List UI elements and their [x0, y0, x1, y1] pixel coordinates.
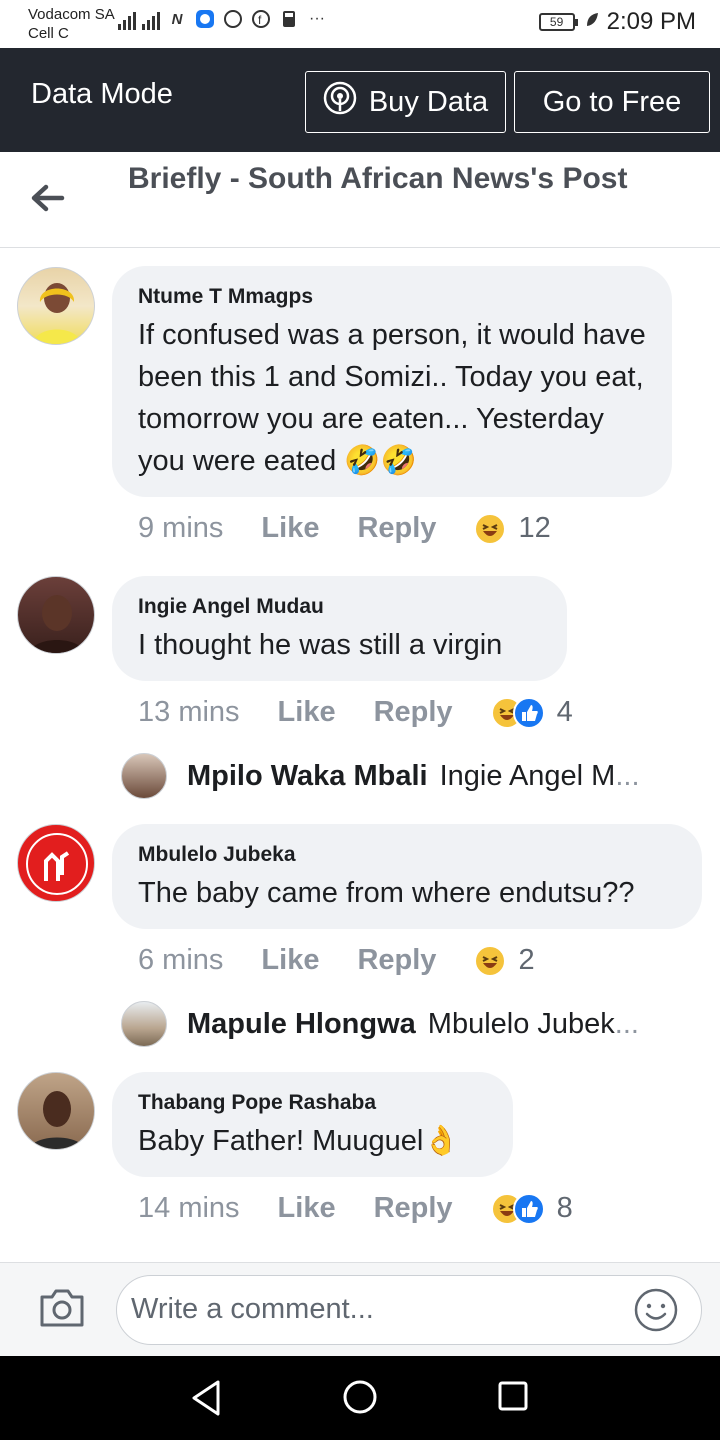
avatar	[121, 753, 167, 799]
haha-icon[interactable]	[474, 512, 507, 545]
status-bar: Vodacom SA Cell C N f ··· 59 2:09 PM	[0, 0, 720, 48]
haha-icon[interactable]	[474, 944, 507, 977]
like-reaction-icon[interactable]	[512, 1192, 545, 1225]
reply-ellipsis: ...	[614, 1007, 639, 1040]
reply-button[interactable]: Reply	[357, 944, 436, 977]
whatsapp-icon	[222, 8, 244, 30]
carrier-primary: Vodacom SA	[28, 6, 115, 23]
buy-data-button[interactable]: Buy Data	[305, 71, 506, 133]
comment-meta: 9 mins Like Reply 12	[138, 512, 551, 545]
clock: 2:09 PM	[606, 8, 696, 35]
comment-text: The baby came from where endutsu??	[138, 877, 635, 909]
comment-author[interactable]: Mbulelo Jubeka	[138, 842, 676, 868]
reaction-count[interactable]: 4	[557, 696, 573, 729]
facebook-icon: f	[250, 8, 272, 30]
go-to-free-label: Go to Free	[542, 85, 682, 118]
go-to-free-button[interactable]: Go to Free	[514, 71, 710, 133]
comment-bubble[interactable]: Mbulelo Jubeka The baby came from where …	[112, 824, 702, 929]
carrier-label: Vodacom SA Cell C	[28, 5, 115, 43]
avatar	[121, 1001, 167, 1047]
leaf-icon	[585, 12, 599, 33]
comment-author[interactable]: Ntume T Mmagps	[138, 284, 646, 310]
reply-author: Mapule Hlongwa	[187, 1007, 416, 1040]
like-button[interactable]: Like	[278, 1192, 336, 1225]
reply-preview[interactable]: Mpilo Waka Mbali Ingie Angel M...	[121, 753, 640, 799]
comment-input[interactable]: Write a comment...	[116, 1275, 702, 1345]
status-right: 59 2:09 PM	[538, 8, 696, 36]
comment-placeholder: Write a comment...	[131, 1293, 374, 1325]
cup-icon	[278, 8, 300, 30]
reply-button[interactable]: Reply	[374, 1192, 453, 1225]
system-nav-bar	[0, 1356, 720, 1440]
comment-time[interactable]: 6 mins	[138, 944, 223, 977]
post-header: Briefly - South African News's Post	[0, 152, 720, 248]
avatar[interactable]	[17, 576, 95, 654]
reply-button[interactable]: Reply	[374, 696, 453, 729]
comment-time[interactable]: 14 mins	[138, 1192, 240, 1225]
comment-author[interactable]: Thabang Pope Rashaba	[138, 1090, 487, 1116]
comment-meta: 6 mins Like Reply 2	[138, 944, 535, 977]
like-button[interactable]: Like	[261, 512, 319, 545]
nav-back-icon[interactable]	[188, 1378, 224, 1418]
buy-data-label: Buy Data	[368, 85, 489, 118]
reaction-count[interactable]: 12	[518, 512, 550, 545]
like-button[interactable]: Like	[278, 696, 336, 729]
data-mode-title: Data Mode	[31, 78, 173, 110]
comment-meta: 14 mins Like Reply 8	[138, 1192, 573, 1225]
avatar[interactable]	[17, 1072, 95, 1150]
messenger-icon	[194, 8, 216, 30]
comment-time[interactable]: 9 mins	[138, 512, 223, 545]
comment-composer: Write a comment...	[0, 1262, 720, 1356]
avatar[interactable]	[17, 267, 95, 345]
comment-meta: 13 mins Like Reply 4	[138, 696, 573, 729]
like-reaction-icon[interactable]	[512, 696, 545, 729]
comment-text: If confused was a person, it would have …	[138, 319, 646, 477]
comment-time[interactable]: 13 mins	[138, 696, 240, 729]
like-button[interactable]: Like	[261, 944, 319, 977]
comment-text: I thought he was still a virgin	[138, 629, 503, 661]
comment-text: Baby Father! Muuguel👌	[138, 1125, 460, 1157]
carrier-secondary: Cell C	[28, 25, 69, 42]
signal-icon	[118, 8, 136, 30]
comment-author[interactable]: Ingie Angel Mudau	[138, 594, 541, 620]
comment-bubble[interactable]: Thabang Pope Rashaba Baby Father! Muugue…	[112, 1072, 513, 1177]
status-icons: N f ···	[118, 8, 328, 30]
nav-home-icon[interactable]	[342, 1379, 378, 1415]
avatar[interactable]	[17, 824, 95, 902]
reply-snippet: Mbulelo Jubek	[427, 1007, 615, 1040]
signal-icon	[142, 8, 160, 30]
reply-preview[interactable]: Mapule Hlongwa Mbulelo Jubek...	[121, 1001, 639, 1047]
app-screen: Vodacom SA Cell C N f ··· 59 2:09 PM Dat…	[0, 0, 720, 1440]
emoji-icon[interactable]	[633, 1287, 679, 1333]
reply-ellipsis: ...	[615, 759, 640, 792]
battery-icon: 59	[538, 13, 578, 31]
reply-snippet: Ingie Angel M	[439, 759, 616, 792]
reply-author: Mpilo Waka Mbali	[187, 759, 428, 792]
data-mode-bar: Data Mode Buy Data Go to Free	[0, 48, 720, 152]
reaction-count[interactable]: 2	[518, 944, 534, 977]
svg-text:f: f	[258, 13, 262, 27]
comment-bubble[interactable]: Ingie Angel Mudau I thought he was still…	[112, 576, 567, 681]
n-app-icon: N	[171, 10, 183, 28]
comment-bubble[interactable]: Ntume T Mmagps If confused was a person,…	[112, 266, 672, 497]
more-icon: ···	[309, 10, 325, 27]
broadcast-icon	[323, 81, 357, 123]
back-arrow-icon[interactable]	[28, 180, 68, 216]
camera-icon[interactable]	[38, 1285, 86, 1329]
nav-recents-icon[interactable]	[497, 1380, 529, 1412]
page-title: Briefly - South African News's Post	[128, 162, 628, 195]
reply-button[interactable]: Reply	[357, 512, 436, 545]
reaction-count[interactable]: 8	[557, 1192, 573, 1225]
